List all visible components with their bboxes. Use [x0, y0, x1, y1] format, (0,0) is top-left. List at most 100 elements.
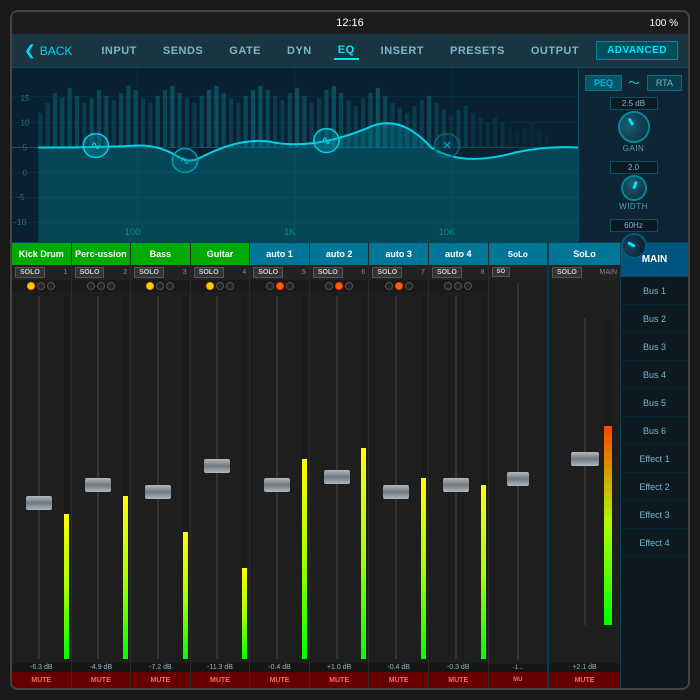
mute-button-1[interactable]: MUTE — [12, 672, 71, 688]
send-dot-1[interactable] — [97, 282, 105, 290]
tab-eq[interactable]: EQ — [334, 42, 359, 60]
ch-db-7: -0.4 dB — [369, 663, 428, 672]
bus-btn-effect-2[interactable]: Effect 2 — [621, 473, 688, 501]
advanced-button[interactable]: ADVANCED — [596, 41, 678, 60]
solo-button-trunc[interactable]: SO — [492, 267, 511, 277]
send-dot-2[interactable] — [405, 282, 413, 290]
fader-handle-2[interactable] — [85, 478, 111, 492]
fader-track-7 — [371, 296, 421, 659]
send-dot-1[interactable] — [216, 282, 224, 290]
tab-insert[interactable]: INSERT — [377, 43, 428, 59]
send-dot-0[interactable] — [266, 282, 274, 290]
solo-button-4[interactable]: SOLO — [194, 267, 224, 278]
solo-button-5[interactable]: SOLO — [253, 267, 283, 278]
channel-5: auto 1 SOLO 5 -0.4 dB MUTE — [250, 243, 310, 688]
rta-button[interactable]: RTA — [647, 75, 682, 91]
tab-sends[interactable]: SENDS — [159, 43, 207, 59]
send-dot-0[interactable] — [444, 282, 452, 290]
fader-handle-8[interactable] — [443, 478, 469, 492]
mute-button-6[interactable]: MUTE — [310, 672, 369, 688]
back-button[interactable]: ❮ BACK — [12, 42, 84, 59]
channel-header-1[interactable]: Kick Drum — [12, 243, 71, 265]
mute-button-8[interactable]: MUTE — [429, 672, 488, 688]
bus-btn-effect-4[interactable]: Effect 4 — [621, 529, 688, 557]
tab-dyn[interactable]: DYN — [283, 43, 316, 59]
peq-button[interactable]: PEQ — [585, 75, 622, 91]
gain-knob[interactable] — [612, 105, 656, 149]
ch-num-1: 1 — [64, 269, 68, 276]
solo-button-8[interactable]: SOLO — [432, 267, 462, 278]
ch-num-2: 2 — [123, 269, 127, 276]
send-dots-7 — [369, 280, 428, 292]
master-fader-handle[interactable] — [571, 452, 599, 466]
solo-button-1[interactable]: SOLO — [15, 267, 45, 278]
mute-button-3[interactable]: MUTE — [131, 672, 190, 688]
send-dot-0[interactable] — [325, 282, 333, 290]
master-db-value: +2.1 dB — [549, 663, 620, 672]
send-dot-2[interactable] — [464, 282, 472, 290]
send-dot-1[interactable] — [454, 282, 462, 290]
fader-handle-5[interactable] — [264, 478, 290, 492]
bus-btn-effect-3[interactable]: Effect 3 — [621, 501, 688, 529]
mute-button-trunc[interactable]: MU — [489, 672, 548, 688]
send-dot-0[interactable] — [146, 282, 154, 290]
send-dots-3 — [131, 280, 190, 292]
channel-header-4[interactable]: Guitar — [191, 243, 250, 265]
tab-input[interactable]: INPUT — [97, 43, 141, 59]
mute-button-5[interactable]: MUTE — [250, 672, 309, 688]
send-dot-0[interactable] — [206, 282, 214, 290]
channel-header-6[interactable]: auto 2 — [310, 243, 369, 265]
send-dot-2[interactable] — [107, 282, 115, 290]
send-dot-1[interactable] — [156, 282, 164, 290]
send-dot-2[interactable] — [345, 282, 353, 290]
send-dot-1[interactable] — [335, 282, 343, 290]
fader-area-4 — [191, 292, 250, 663]
send-dot-2[interactable] — [286, 282, 294, 290]
solo-button-6[interactable]: SOLO — [313, 267, 343, 278]
send-dot-2[interactable] — [166, 282, 174, 290]
send-dot-1[interactable] — [276, 282, 284, 290]
tab-gate[interactable]: GATE — [225, 43, 265, 59]
channel-header-5[interactable]: auto 1 — [250, 243, 309, 265]
send-dot-0[interactable] — [87, 282, 95, 290]
bus-btn-effect-1[interactable]: Effect 1 — [621, 445, 688, 473]
bus-btn-bus-3[interactable]: Bus 3 — [621, 333, 688, 361]
channel-header-2[interactable]: Perc-ussion — [72, 243, 131, 265]
send-dot-1[interactable] — [395, 282, 403, 290]
fader-handle-trunc[interactable] — [507, 472, 529, 486]
bus-btn-bus-1[interactable]: Bus 1 — [621, 277, 688, 305]
channel-header-8[interactable]: auto 4 — [429, 243, 488, 265]
tab-presets[interactable]: PRESETS — [446, 43, 509, 59]
solo-button-2[interactable]: SOLO — [75, 267, 105, 278]
fader-handle-3[interactable] — [145, 485, 171, 499]
bus-btn-bus-5[interactable]: Bus 5 — [621, 389, 688, 417]
mute-button-7[interactable]: MUTE — [369, 672, 428, 688]
bus-btn-bus-4[interactable]: Bus 4 — [621, 361, 688, 389]
fader-handle-4[interactable] — [204, 459, 230, 473]
eq-graph[interactable]: 100 1K 10K 15 10 5 0 -5 -10 — [12, 68, 578, 242]
solo-button-7[interactable]: SOLO — [372, 267, 402, 278]
mute-button-4[interactable]: MUTE — [191, 672, 250, 688]
channel-header-7[interactable]: auto 3 — [369, 243, 428, 265]
send-dot-0[interactable] — [27, 282, 35, 290]
send-dot-2[interactable] — [47, 282, 55, 290]
fader-handle-6[interactable] — [324, 470, 350, 484]
tab-output[interactable]: OUTPUT — [527, 43, 583, 59]
channel-header-3[interactable]: Bass — [131, 243, 190, 265]
channel-header-trunc[interactable]: SoLo — [489, 243, 548, 265]
master-header: SoLo — [549, 243, 620, 265]
status-time: 12:16 — [336, 17, 364, 29]
fader-handle-7[interactable] — [383, 485, 409, 499]
send-dot-1[interactable] — [37, 282, 45, 290]
master-mute-button[interactable]: MUTE — [549, 672, 620, 688]
send-dot-0[interactable] — [385, 282, 393, 290]
bus-btn-bus-6[interactable]: Bus 6 — [621, 417, 688, 445]
mute-button-2[interactable]: MUTE — [72, 672, 131, 688]
send-dot-2[interactable] — [226, 282, 234, 290]
master-solo-button[interactable]: SOLO — [552, 267, 582, 278]
svg-text:10: 10 — [20, 119, 30, 128]
bus-btn-bus-2[interactable]: Bus 2 — [621, 305, 688, 333]
solo-button-3[interactable]: SOLO — [134, 267, 164, 278]
fader-handle-1[interactable] — [26, 496, 52, 510]
width-knob[interactable] — [617, 171, 650, 204]
